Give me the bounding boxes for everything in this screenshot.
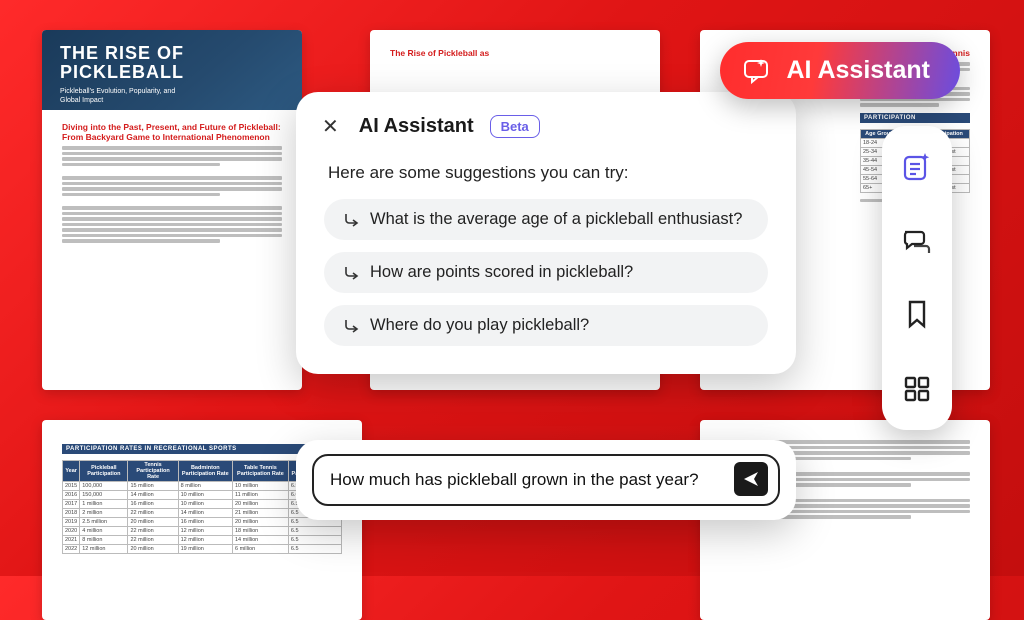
chat-bubbles-icon bbox=[900, 224, 934, 258]
reply-arrow-icon bbox=[342, 317, 360, 335]
panel-header: ✕ AI Assistant Beta bbox=[318, 112, 774, 141]
suggestion-item[interactable]: Where do you play pickleball? bbox=[324, 305, 768, 346]
suggestion-text: What is the average age of a pickleball … bbox=[370, 210, 742, 229]
send-button[interactable] bbox=[734, 462, 768, 496]
suggestion-item[interactable]: What is the average age of a pickleball … bbox=[324, 199, 768, 240]
doc-hero: THE RISE OF PICKLEBALL Pickleball's Evol… bbox=[42, 30, 302, 110]
sparkle-chat-icon bbox=[742, 57, 772, 85]
bookmark-icon bbox=[901, 298, 933, 332]
panel-title: AI Assistant bbox=[359, 115, 474, 138]
suggestions-intro: Here are some suggestions you can try: bbox=[328, 163, 774, 183]
rail-apps-button[interactable] bbox=[894, 366, 940, 412]
doc-hero-subtitle: Pickleball's Evolution, Popularity, and … bbox=[60, 88, 180, 106]
sparkle-doc-icon bbox=[900, 150, 934, 184]
chat-input-card: How much has pickleball grown in the pas… bbox=[296, 440, 796, 520]
chat-input[interactable]: How much has pickleball grown in the pas… bbox=[312, 454, 780, 506]
suggestion-item[interactable]: How are points scored in pickleball? bbox=[324, 252, 768, 293]
ai-assistant-panel: ✕ AI Assistant Beta Here are some sugges… bbox=[296, 92, 796, 374]
send-icon bbox=[742, 470, 760, 488]
doc2-headline: The Rise of Pickleball as bbox=[390, 48, 640, 58]
grid-icon bbox=[902, 374, 932, 404]
reply-arrow-icon bbox=[342, 211, 360, 229]
rail-assistant-button[interactable] bbox=[894, 144, 940, 190]
reply-arrow-icon bbox=[342, 264, 360, 282]
rail-chat-button[interactable] bbox=[894, 218, 940, 264]
suggestion-text: Where do you play pickleball? bbox=[370, 316, 589, 335]
doc-hero-title: THE RISE OF PICKLEBALL bbox=[60, 44, 284, 82]
chat-input-value: How much has pickleball grown in the pas… bbox=[330, 470, 728, 490]
beta-badge: Beta bbox=[490, 115, 540, 138]
rail-bookmark-button[interactable] bbox=[894, 292, 940, 338]
ai-assistant-cta[interactable]: AI Assistant bbox=[720, 42, 960, 99]
doc1-headline: Diving into the Past, Present, and Futur… bbox=[62, 122, 282, 142]
doc3-section: PARTICIPATION bbox=[860, 113, 970, 123]
close-icon[interactable]: ✕ bbox=[318, 112, 343, 141]
suggestion-text: How are points scored in pickleball? bbox=[370, 263, 633, 282]
tool-rail bbox=[882, 126, 952, 430]
document-page-1: THE RISE OF PICKLEBALL Pickleball's Evol… bbox=[42, 30, 302, 390]
cta-label: AI Assistant bbox=[786, 56, 930, 85]
